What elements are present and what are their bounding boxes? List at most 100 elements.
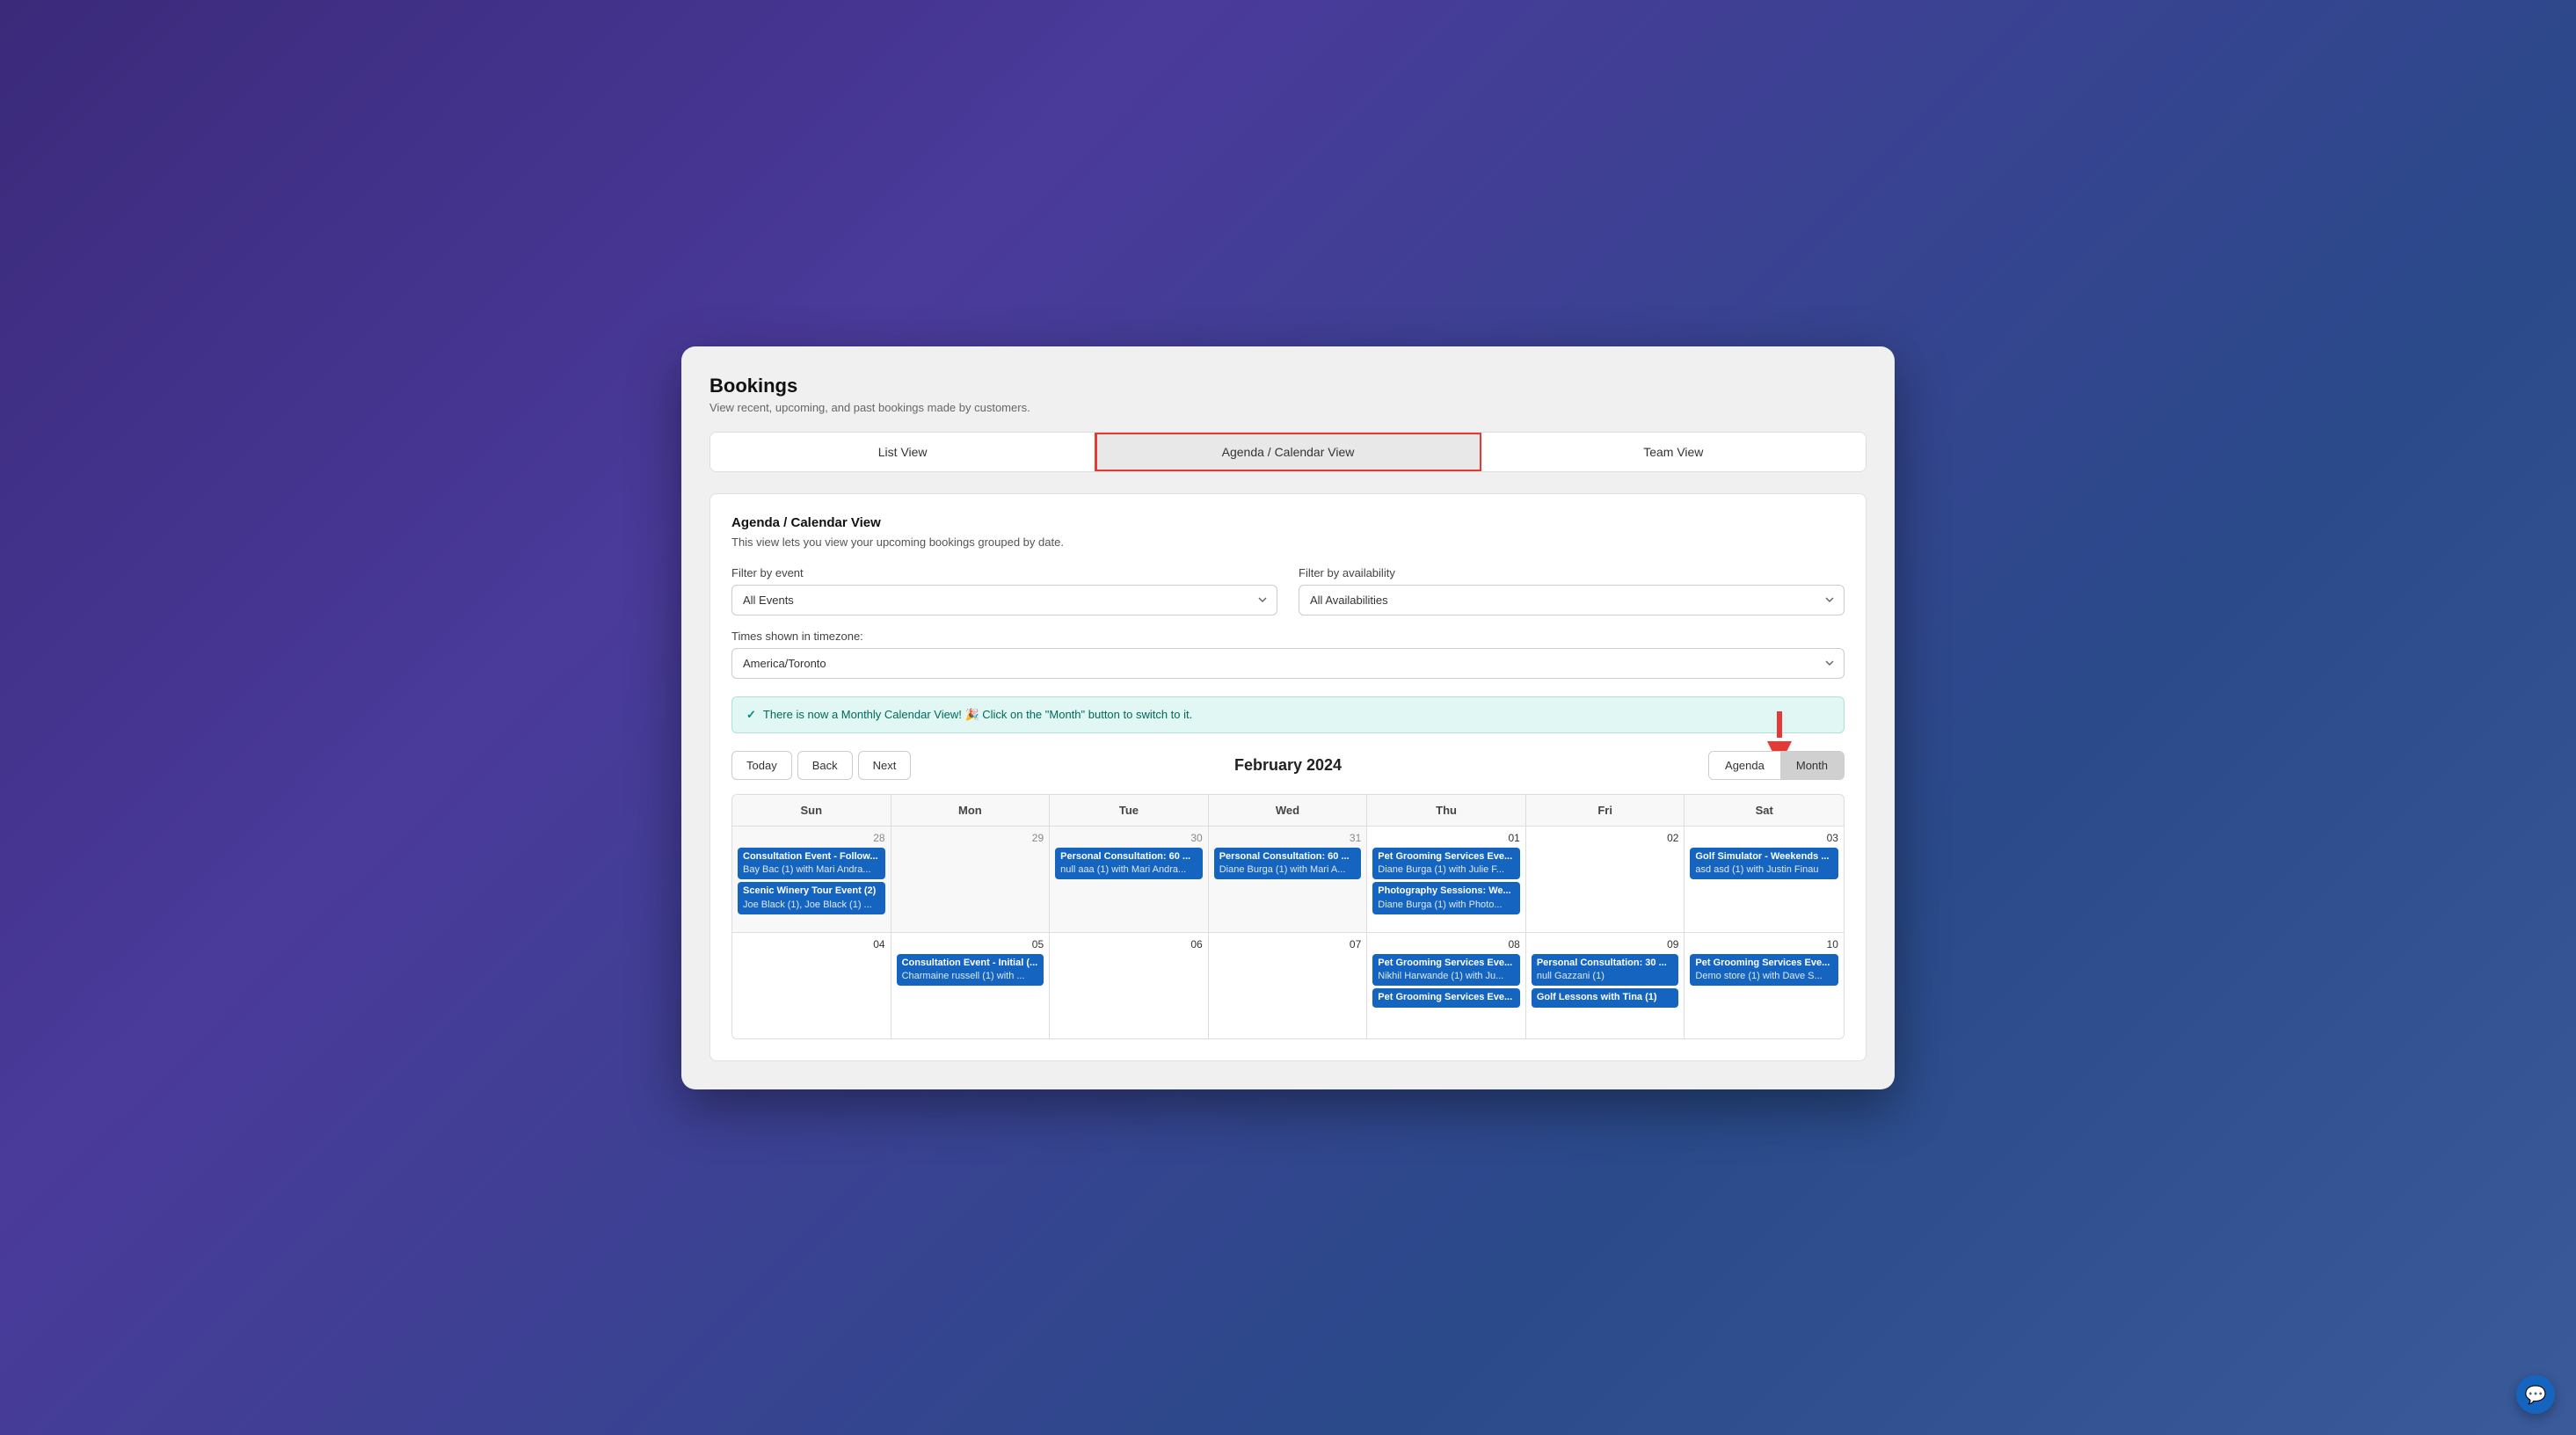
day-cell-w1-d2[interactable]: 06: [1050, 933, 1209, 1038]
event-subtitle: Bay Bac (1) with Mari Andra...: [743, 863, 880, 877]
calendar-body: 28Consultation Event - Follow...Bay Bac …: [732, 827, 1844, 1038]
event-title: Golf Lessons with Tina (1): [1537, 991, 1674, 1004]
event-title: Personal Consultation: 30 ...: [1537, 957, 1674, 970]
page-title: Bookings: [709, 375, 1867, 397]
availability-filter-label: Filter by availability: [1299, 566, 1845, 579]
day-cell-w1-d4[interactable]: 08Pet Grooming Services Eve...Nikhil Har…: [1367, 933, 1526, 1038]
header-sat: Sat: [1685, 795, 1844, 826]
event-filter-select[interactable]: All Events: [731, 585, 1277, 616]
filters-row: Filter by event All Events Filter by ava…: [731, 566, 1845, 616]
timezone-row: Times shown in timezone: America/Toronto: [731, 630, 1845, 679]
event-subtitle: Charmaine russell (1) with ...: [902, 970, 1039, 983]
event-subtitle: Nikhil Harwande (1) with Ju...: [1378, 970, 1515, 983]
day-cell-w1-d3[interactable]: 07: [1209, 933, 1368, 1038]
view-toggle-wrapper: Agenda Month: [1708, 751, 1845, 780]
main-container: Bookings View recent, upcoming, and past…: [681, 346, 1895, 1089]
day-cell-w0-d6[interactable]: 03Golf Simulator - Weekends ...asd asd (…: [1685, 827, 1844, 932]
panel-description: This view lets you view your upcoming bo…: [731, 535, 1845, 549]
event-title: Pet Grooming Services Eve...: [1695, 957, 1833, 970]
calendar-grid: Sun Mon Tue Wed Thu Fri Sat 28Consultati…: [731, 794, 1845, 1039]
calendar-header-row: Sun Mon Tue Wed Thu Fri Sat: [732, 795, 1844, 827]
content-panel: Agenda / Calendar View This view lets yo…: [709, 493, 1867, 1061]
event-title: Consultation Event - Follow...: [743, 850, 880, 863]
event-item-w0-d6-e0[interactable]: Golf Simulator - Weekends ...asd asd (1)…: [1690, 848, 1838, 880]
event-subtitle: null aaa (1) with Mari Andra...: [1060, 863, 1197, 877]
event-filter-group: Filter by event All Events: [731, 566, 1277, 616]
tab-agenda-view[interactable]: Agenda / Calendar View: [1095, 433, 1481, 471]
event-item-w0-d0-e0[interactable]: Consultation Event - Follow...Bay Bac (1…: [738, 848, 885, 880]
timezone-select[interactable]: America/Toronto: [731, 648, 1845, 679]
event-item-w0-d4-e0[interactable]: Pet Grooming Services Eve...Diane Burga …: [1372, 848, 1520, 880]
tab-team-view[interactable]: Team View: [1481, 433, 1866, 471]
event-item-w0-d0-e1[interactable]: Scenic Winery Tour Event (2)Joe Black (1…: [738, 882, 885, 914]
event-filter-label: Filter by event: [731, 566, 1277, 579]
day-cell-w0-d4[interactable]: 01Pet Grooming Services Eve...Diane Burg…: [1367, 827, 1526, 932]
next-button[interactable]: Next: [858, 751, 912, 780]
nav-buttons: Today Back Next: [731, 751, 911, 780]
tab-bar: List View Agenda / Calendar View Team Vi…: [709, 432, 1867, 472]
week-row-0: 28Consultation Event - Follow...Bay Bac …: [732, 827, 1844, 933]
availability-filter-group: Filter by availability All Availabilitie…: [1299, 566, 1845, 616]
arrow-shaft: [1777, 711, 1782, 738]
header-mon: Mon: [891, 795, 1051, 826]
event-title: Consultation Event - Initial (...: [902, 957, 1039, 970]
view-toggle: Agenda Month: [1708, 751, 1845, 780]
event-item-w0-d3-e0[interactable]: Personal Consultation: 60 ...Diane Burga…: [1214, 848, 1362, 880]
month-view-button[interactable]: Month: [1780, 752, 1844, 779]
month-title: February 2024: [1234, 756, 1342, 775]
agenda-view-button[interactable]: Agenda: [1709, 752, 1780, 779]
event-item-w1-d4-e0[interactable]: Pet Grooming Services Eve...Nikhil Harwa…: [1372, 954, 1520, 987]
event-item-w1-d6-e0[interactable]: Pet Grooming Services Eve...Demo store (…: [1690, 954, 1838, 987]
day-cell-w0-d1[interactable]: 29: [891, 827, 1051, 932]
event-title: Pet Grooming Services Eve...: [1378, 850, 1515, 863]
day-number-w1-d3: 07: [1214, 938, 1362, 951]
day-cell-w1-d5[interactable]: 09 Personal Consultation: 30 ...null Gazz…: [1526, 933, 1685, 1038]
event-title: Photography Sessions: We...: [1378, 885, 1515, 898]
day-number-w1-d1: 05: [897, 938, 1044, 951]
day-number-w0-d5: 02: [1532, 832, 1679, 844]
event-subtitle: Diane Burga (1) with Julie F...: [1378, 863, 1515, 877]
check-icon: ✓: [746, 708, 756, 722]
header-thu: Thu: [1367, 795, 1526, 826]
day-number-w1-d0: 04: [738, 938, 885, 951]
back-button[interactable]: Back: [797, 751, 853, 780]
header-wed: Wed: [1209, 795, 1368, 826]
header-fri: Fri: [1526, 795, 1685, 826]
day-number-w0-d3: 31: [1214, 832, 1362, 844]
event-title: Personal Consultation: 60 ...: [1219, 850, 1357, 863]
banner-text: There is now a Monthly Calendar View! 🎉 …: [763, 708, 1192, 722]
today-button[interactable]: Today: [731, 751, 792, 780]
tab-list-view[interactable]: List View: [710, 433, 1095, 471]
header-sun: Sun: [732, 795, 891, 826]
event-title: Pet Grooming Services Eve...: [1378, 957, 1515, 970]
day-cell-w1-d1[interactable]: 05 Consultation Event - Initial (...Charm…: [891, 933, 1051, 1038]
panel-title: Agenda / Calendar View: [731, 515, 1845, 530]
event-item-w1-d5-e1[interactable]: Golf Lessons with Tina (1): [1532, 988, 1679, 1007]
week-row-1: 04 05 Consultation Event - Initial (...Cha…: [732, 933, 1844, 1038]
day-number-w1-d2: 06: [1055, 938, 1203, 951]
event-subtitle: Diane Burga (1) with Photo...: [1378, 899, 1515, 912]
day-cell-w0-d2[interactable]: 30 Personal Consultation: 60 ...null aaa …: [1050, 827, 1209, 932]
day-number-w1-d5: 09: [1532, 938, 1679, 951]
event-item-w1-d1-e0[interactable]: Consultation Event - Initial (...Charmai…: [897, 954, 1044, 987]
event-item-w0-d4-e1[interactable]: Photography Sessions: We...Diane Burga (…: [1372, 882, 1520, 914]
availability-filter-select[interactable]: All Availabilities: [1299, 585, 1845, 616]
day-cell-w0-d0[interactable]: 28Consultation Event - Follow...Bay Bac …: [732, 827, 891, 932]
event-item-w0-d2-e0[interactable]: Personal Consultation: 60 ...null aaa (1…: [1055, 848, 1203, 880]
day-cell-w1-d0[interactable]: 04: [732, 933, 891, 1038]
event-item-w1-d4-e1[interactable]: Pet Grooming Services Eve...: [1372, 988, 1520, 1007]
page-subtitle: View recent, upcoming, and past bookings…: [709, 401, 1867, 414]
event-title: Pet Grooming Services Eve...: [1378, 991, 1515, 1004]
day-number-w0-d2: 30: [1055, 832, 1203, 844]
event-item-w1-d5-e0[interactable]: Personal Consultation: 30 ...null Gazzan…: [1532, 954, 1679, 987]
day-number-w1-d4: 08: [1372, 938, 1520, 951]
calendar-controls: Today Back Next February 2024 Agenda Mon…: [731, 751, 1845, 780]
page-header: Bookings View recent, upcoming, and past…: [709, 375, 1867, 414]
timezone-label: Times shown in timezone:: [731, 630, 1845, 643]
day-cell-w1-d6[interactable]: 10 Pet Grooming Services Eve...Demo store…: [1685, 933, 1844, 1038]
day-cell-w0-d3[interactable]: 31 Personal Consultation: 60 ...Diane Bur…: [1209, 827, 1368, 932]
day-number-w1-d6: 10: [1690, 938, 1838, 951]
chat-bubble[interactable]: 💬: [2516, 1375, 2555, 1414]
event-subtitle: Diane Burga (1) with Mari A...: [1219, 863, 1357, 877]
day-cell-w0-d5[interactable]: 02: [1526, 827, 1685, 932]
